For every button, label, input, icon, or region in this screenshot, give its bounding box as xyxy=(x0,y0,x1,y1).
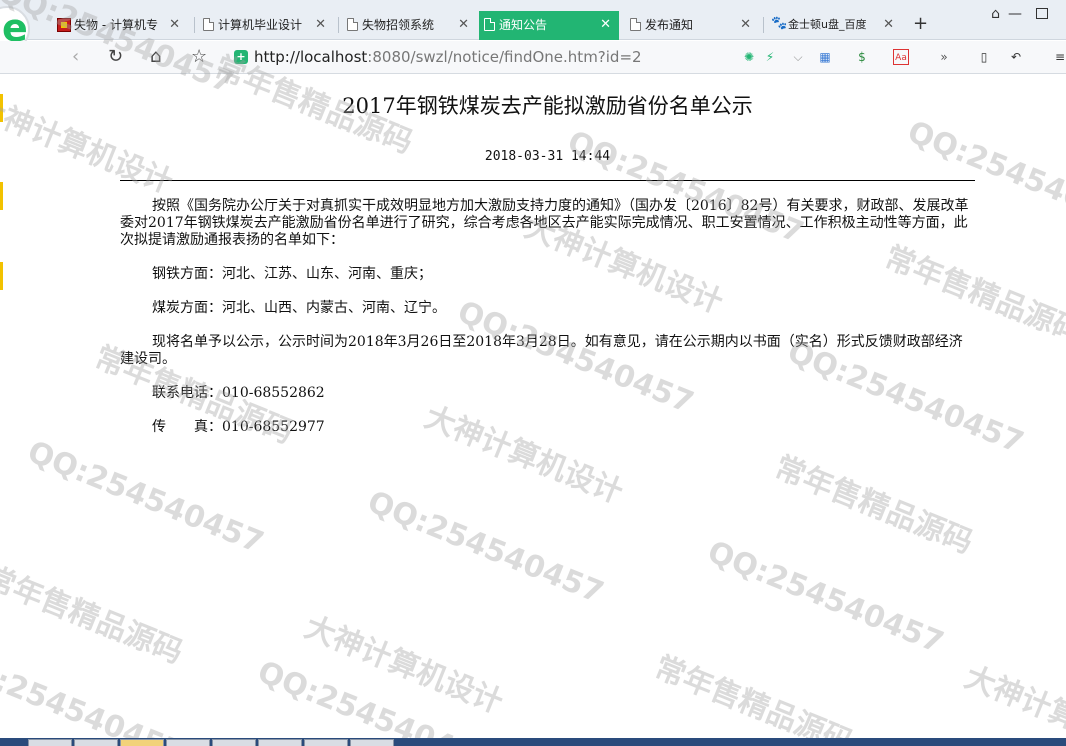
notice-title: 2017年钢铁煤炭去产能拟激励省份名单公示 xyxy=(342,94,753,118)
rail-marker xyxy=(0,262,3,290)
more-chevron-icon[interactable]: » xyxy=(936,49,952,65)
red-flag-icon xyxy=(57,18,71,32)
tab-graduation-design[interactable]: 计算机毕业设计 ✕ xyxy=(198,11,334,40)
apps-icon[interactable]: ▦ xyxy=(817,49,833,65)
back-arrow-icon[interactable]: ‹ xyxy=(72,47,79,67)
notice-date: 2018-03-31 14:44 xyxy=(484,149,611,164)
tab-divider xyxy=(763,17,764,33)
taskbar xyxy=(0,738,1066,746)
new-tab-button[interactable]: + xyxy=(913,13,928,34)
notice-paragraph: 按照《国务院办公厅关于对真抓实干成效明显地方加大激励支持力度的通知》（国办发〔2… xyxy=(120,198,969,248)
chevron-down-icon[interactable]: ⌵ xyxy=(790,49,806,65)
browser-window: e 失物 - 计算机专 ✕ 计算机毕业设计 ✕ 失物招领系统 ✕ 通知公告 ✕ … xyxy=(0,0,1066,746)
tab-lost-found-system[interactable]: 失物招领系统 ✕ xyxy=(342,11,477,40)
tab-divider xyxy=(338,17,339,33)
close-icon[interactable]: ✕ xyxy=(315,11,326,39)
notice-paragraph: 钢铁方面：河北、江苏、山东、河南、重庆； xyxy=(152,266,432,282)
tab-label: 失物招领系统 xyxy=(362,18,435,32)
tab-publish-notice[interactable]: 发布通知 ✕ xyxy=(625,11,759,40)
skin-icon[interactable]: ⌂ xyxy=(991,6,1000,22)
tab-divider xyxy=(194,17,195,33)
page-icon xyxy=(484,18,495,31)
taskbar-button[interactable] xyxy=(74,739,118,746)
taskbar-button[interactable] xyxy=(120,739,164,746)
taskbar-button[interactable] xyxy=(166,739,210,746)
menu-icon[interactable]: ≡ xyxy=(1052,49,1066,65)
tab-notice-announcement[interactable]: 通知公告 ✕ xyxy=(479,11,619,40)
pdf-icon[interactable]: Aa xyxy=(893,49,909,65)
money-icon[interactable]: $ xyxy=(854,49,870,65)
rail-marker xyxy=(0,94,3,122)
notice-body: 按照《国务院办公厅关于对真抓实干成效明显地方加大激励支持力度的通知》（国办发〔2… xyxy=(120,198,970,453)
close-icon[interactable]: ✕ xyxy=(458,11,469,39)
address-bar[interactable]: + http://localhost:8080/swzl/notice/find… xyxy=(228,45,988,70)
tab-label: 失物 - 计算机专 xyxy=(74,18,158,32)
page-icon xyxy=(630,18,641,31)
close-icon[interactable]: ✕ xyxy=(883,11,894,39)
taskbar-button[interactable] xyxy=(350,739,394,746)
notice-paragraph: 煤炭方面：河北、山西、内蒙古、河南、辽宁。 xyxy=(152,300,446,316)
notice-paragraph: 现将名单予以公示，公示时间为2018年3月26日至2018年3月28日。如有意见… xyxy=(120,334,963,367)
home-icon[interactable]: ⌂ xyxy=(150,47,161,67)
tab-label: 通知公告 xyxy=(499,18,548,32)
minimize-button[interactable]: — xyxy=(1008,6,1022,22)
notice-content: 2017年钢铁煤炭去产能拟激励省份名单公示 2018-03-31 14:44 按… xyxy=(120,74,975,734)
maximize-button[interactable] xyxy=(1036,8,1048,19)
url-text[interactable]: http://localhost:8080/swzl/notice/findOn… xyxy=(254,47,642,67)
rail-marker xyxy=(0,182,3,210)
tab-kingston-baidu[interactable]: 🐾 金士顿u盘_百度 ✕ xyxy=(768,11,902,40)
shield-icon: + xyxy=(234,50,248,64)
bookmark-star-icon[interactable]: ☆ xyxy=(191,47,207,67)
close-icon[interactable]: ✕ xyxy=(169,11,180,39)
close-icon[interactable]: ✕ xyxy=(740,11,751,39)
phone-icon[interactable]: ▯ xyxy=(976,49,992,65)
tab-label: 计算机毕业设计 xyxy=(218,18,303,32)
taskbar-button[interactable] xyxy=(258,739,302,746)
notice-paragraph: 联系电话：010-68552862 xyxy=(152,385,325,401)
notice-paragraph: 传 真：010-68552977 xyxy=(152,419,325,435)
divider xyxy=(120,180,975,181)
tab-lost-items[interactable]: 失物 - 计算机专 ✕ xyxy=(54,11,188,40)
page-icon xyxy=(203,18,214,31)
undo-icon[interactable]: ↶ xyxy=(1008,49,1024,65)
close-icon[interactable]: ✕ xyxy=(600,11,611,39)
paw-icon: 🐾 xyxy=(771,16,788,31)
sidebar-rail xyxy=(0,74,4,734)
lightning-icon[interactable]: ⚡ xyxy=(762,49,778,65)
loading-spinner-icon[interactable]: ✺ xyxy=(741,49,757,65)
tab-strip: e 失物 - 计算机专 ✕ 计算机毕业设计 ✕ 失物招领系统 ✕ 通知公告 ✕ … xyxy=(0,0,1066,52)
tab-label: 发布通知 xyxy=(645,18,694,32)
refresh-icon[interactable]: ↻ xyxy=(108,47,123,67)
taskbar-button[interactable] xyxy=(212,739,256,746)
tab-label: 金士顿u盘_百度 xyxy=(788,18,867,31)
taskbar-button[interactable] xyxy=(304,739,348,746)
page-icon xyxy=(347,18,358,31)
watermark-text: 大神计算机设计 xyxy=(959,659,1066,746)
navigation-toolbar: ‹ ↻ ⌂ ☆ + http://localhost:8080/swzl/not… xyxy=(0,41,1066,74)
taskbar-button[interactable] xyxy=(28,739,72,746)
